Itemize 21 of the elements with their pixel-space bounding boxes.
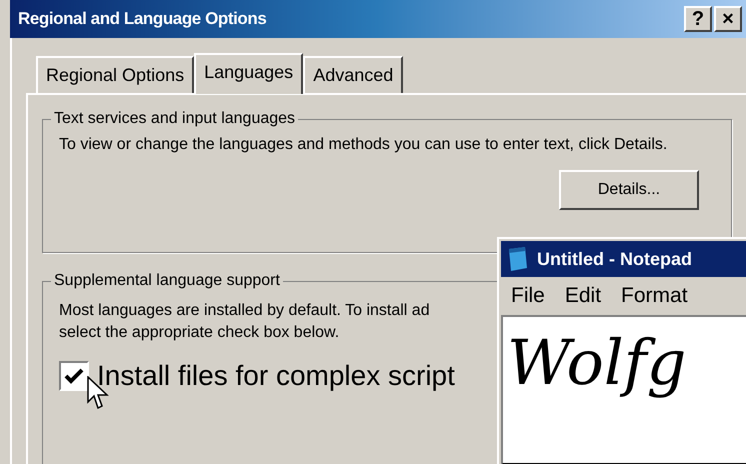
description-text: To view or change the languages and methods you can use to enter text, click Details.: [59, 135, 668, 155]
checkmark-icon: [64, 367, 84, 385]
menu-item[interactable]: Edit: [564, 280, 602, 312]
text-area[interactable]: Wolfg: [501, 315, 746, 464]
tab[interactable]: Regional Options: [36, 56, 194, 93]
menu-item[interactable]: Format: [621, 280, 688, 312]
group-title: Text services and input languages: [51, 109, 298, 129]
tab[interactable]: Languages: [194, 53, 304, 94]
close-button[interactable]: ×: [714, 6, 742, 32]
tab[interactable]: Advanced: [303, 56, 404, 93]
window-title: Regional and Language Options: [18, 8, 266, 30]
description-text: Most languages are installed by default. To install ad: [59, 301, 430, 321]
menu-item[interactable]: File: [511, 280, 545, 312]
checkbox-label[interactable]: Install files for complex script: [97, 360, 455, 392]
notepad-title: Untitled - Notepad: [537, 248, 692, 271]
handwritten-text: Wolfg: [507, 326, 686, 399]
details-button[interactable]: Details...: [559, 170, 699, 210]
help-button[interactable]: ?: [684, 6, 712, 32]
checkbox[interactable]: [59, 361, 89, 391]
description-text: select the appropriate check box below.: [59, 323, 340, 343]
group-title: Supplemental language support: [51, 271, 283, 291]
